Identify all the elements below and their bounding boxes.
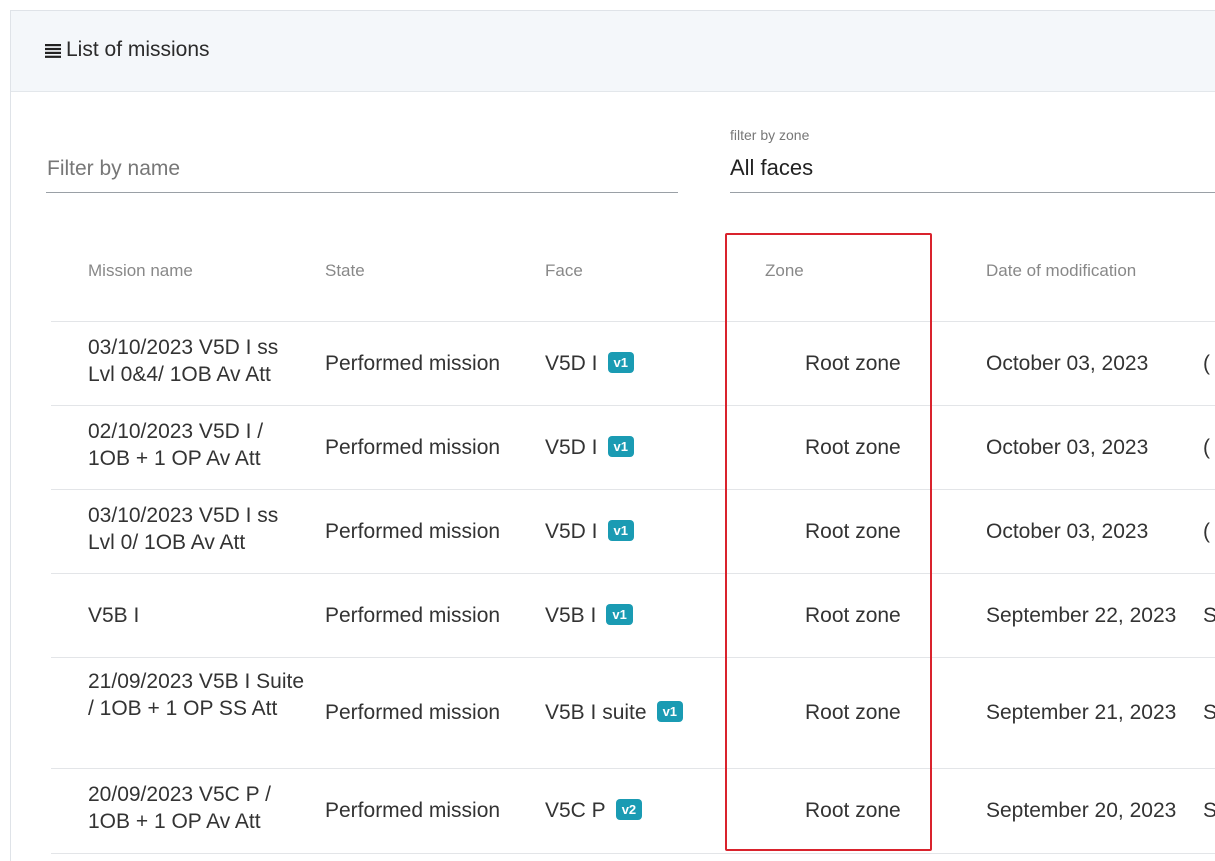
version-badge: v1 — [656, 701, 684, 722]
truncated-cell: ( — [1203, 352, 1210, 375]
date-cell: September 20, 2023 — [986, 799, 1177, 822]
face-label: V5D I — [545, 352, 598, 375]
mission-name-cell[interactable]: 20/09/2023 V5C P / 1OB + 1 OP Av Att — [88, 781, 310, 835]
card-header: List of missions — [11, 11, 1215, 92]
face-label: V5D I — [545, 436, 598, 459]
mission-name-cell[interactable]: 21/09/2023 V5B I Suite / 1OB + 1 OP SS A… — [88, 668, 310, 722]
page: List of missions filter by zone All face… — [0, 0, 1215, 861]
zone-cell: Root zone — [805, 436, 901, 459]
truncated-cell: ( — [1203, 520, 1210, 543]
version-badge: v1 — [607, 520, 634, 541]
state-cell: Performed mission — [325, 799, 501, 822]
truncated-cell: S — [1203, 799, 1215, 822]
mission-name-cell[interactable]: 03/10/2023 V5D I ss Lvl 0/ 1OB Av Att — [88, 502, 310, 556]
missions-card: List of missions filter by zone All face… — [10, 10, 1215, 861]
mission-name-cell[interactable]: 02/10/2023 V5D I / 1OB + 1 OP Av Att — [88, 418, 310, 472]
zone-filter-label: filter by zone — [730, 127, 810, 143]
table-row[interactable]: 02/10/2023 V5D I / 1OB + 1 OP Av Att Per… — [51, 405, 1215, 490]
version-badge: v1 — [607, 436, 634, 457]
zone-cell: Root zone — [805, 701, 901, 724]
table-row[interactable]: 03/10/2023 V5D I ss Lvl 0&4/ 1OB Av Att … — [51, 321, 1215, 406]
zone-cell: Root zone — [805, 520, 901, 543]
state-cell: Performed mission — [325, 604, 501, 627]
face-label: V5B I — [545, 604, 597, 627]
card-title: List of missions — [66, 38, 210, 61]
face-cell: V5D I v1 — [545, 350, 634, 377]
column-header-date[interactable]: Date of modification — [986, 261, 1136, 281]
version-badge: v2 — [615, 799, 643, 820]
face-cell: V5D I v1 — [545, 518, 634, 545]
truncated-cell: S — [1203, 701, 1215, 724]
zone-filter-select[interactable]: All faces — [730, 146, 1215, 193]
state-cell: Performed mission — [325, 701, 501, 724]
face-label: V5C P — [545, 799, 606, 822]
table-row[interactable]: 03/10/2023 V5D I ss Lvl 0/ 1OB Av Att Pe… — [51, 489, 1215, 574]
date-cell: October 03, 2023 — [986, 352, 1149, 375]
zone-cell: Root zone — [805, 799, 901, 822]
zone-cell: Root zone — [805, 352, 901, 375]
state-cell: Performed mission — [325, 436, 501, 459]
table-row[interactable]: 20/09/2023 V5C P / 1OB + 1 OP Av Att Per… — [51, 768, 1215, 854]
face-label: V5B I suite — [545, 701, 647, 724]
version-badge: v1 — [606, 604, 633, 625]
column-header-zone[interactable]: Zone — [765, 261, 804, 281]
list-icon — [45, 44, 61, 58]
date-cell: October 03, 2023 — [986, 436, 1149, 459]
column-header-face[interactable]: Face — [545, 261, 583, 281]
truncated-cell: ( — [1203, 436, 1210, 459]
face-cell: V5C P v2 — [545, 797, 643, 824]
state-cell: Performed mission — [325, 520, 501, 543]
date-cell: September 21, 2023 — [986, 701, 1177, 724]
face-cell: V5B I suite v1 — [545, 699, 684, 726]
date-cell: October 03, 2023 — [986, 520, 1149, 543]
mission-name-cell[interactable]: V5B I — [88, 602, 310, 629]
filter-by-name-input[interactable] — [46, 146, 678, 193]
state-cell: Performed mission — [325, 352, 501, 375]
column-header-mission-name[interactable]: Mission name — [88, 261, 193, 281]
date-cell: September 22, 2023 — [986, 604, 1177, 627]
zone-cell: Root zone — [805, 604, 901, 627]
table-row[interactable]: 21/09/2023 V5B I Suite / 1OB + 1 OP SS A… — [51, 657, 1215, 769]
face-cell: V5B I v1 — [545, 602, 633, 629]
truncated-cell: S — [1203, 604, 1215, 627]
table-row[interactable]: V5B I Performed mission V5B I v1 Root zon… — [51, 573, 1215, 658]
mission-name-cell[interactable]: 03/10/2023 V5D I ss Lvl 0&4/ 1OB Av Att — [88, 334, 310, 388]
face-cell: V5D I v1 — [545, 434, 634, 461]
face-label: V5D I — [545, 520, 598, 543]
version-badge: v1 — [607, 352, 634, 373]
column-header-state[interactable]: State — [325, 261, 365, 281]
